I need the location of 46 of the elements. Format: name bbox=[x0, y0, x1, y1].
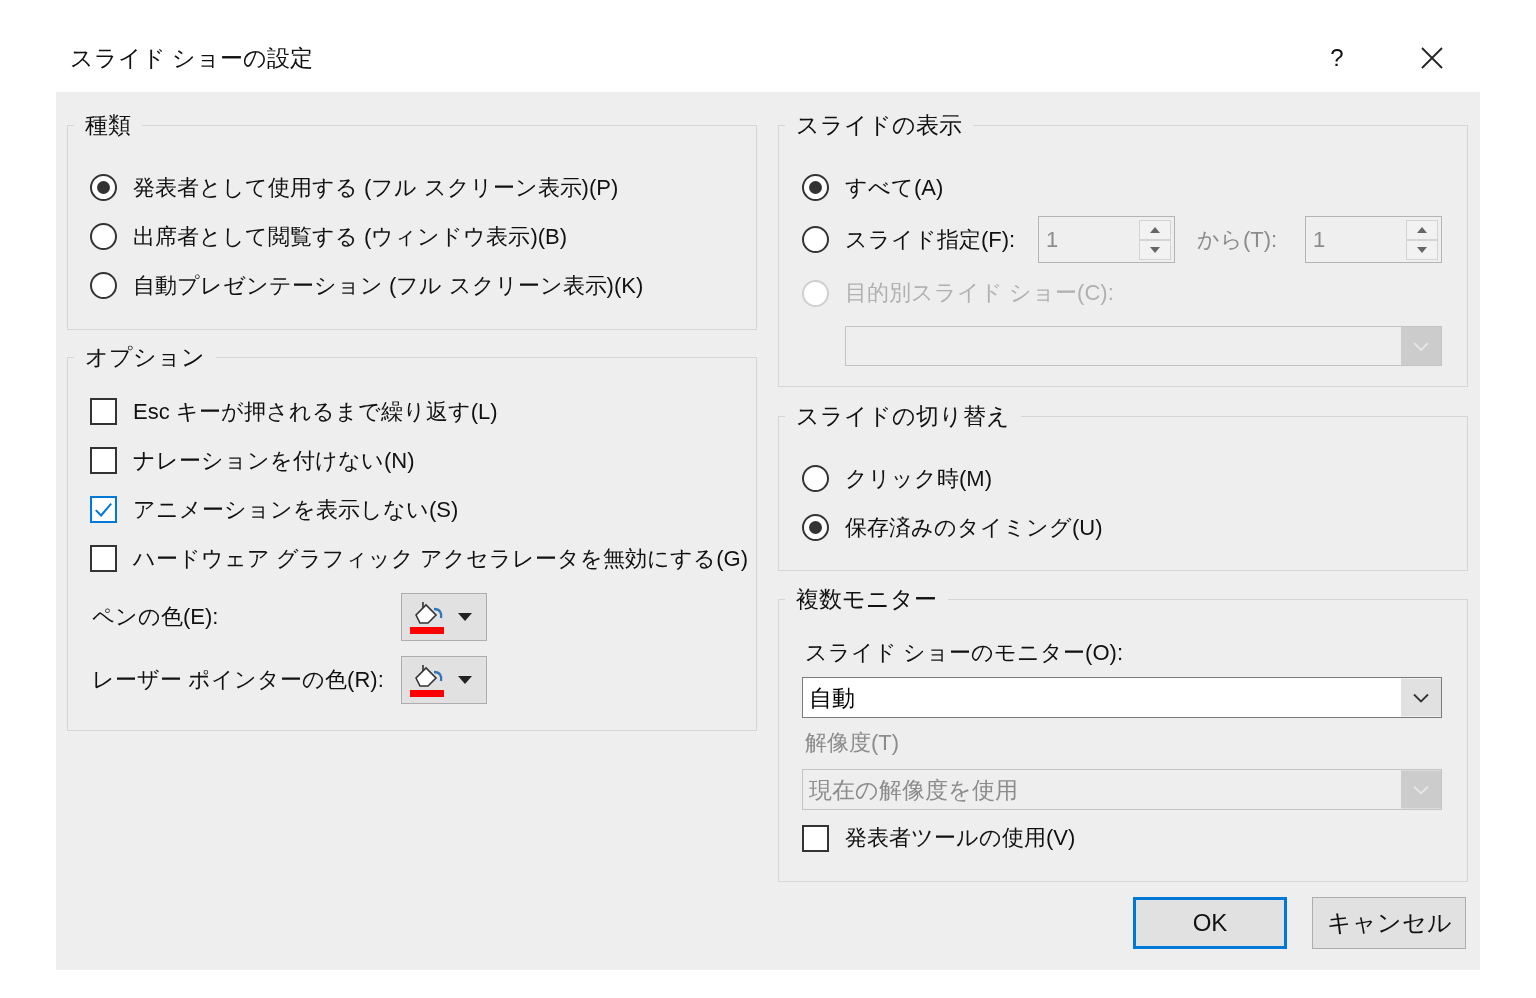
checkbox[interactable] bbox=[90, 398, 117, 425]
group-title: 種類 bbox=[84, 112, 132, 138]
radio-label: 保存済みのタイミング(U) bbox=[845, 514, 1103, 541]
radio-label: すべて(A) bbox=[845, 174, 944, 201]
checkbox-label: アニメーションを表示しない(S) bbox=[133, 496, 459, 523]
checkbox-label: ナレーションを付けない(N) bbox=[133, 447, 415, 474]
caret-down-icon bbox=[458, 613, 472, 621]
window-title: スライド ショーの設定 bbox=[70, 44, 314, 73]
radio-label: 自動プレゼンテーション (フル スクリーン表示)(K) bbox=[133, 272, 644, 299]
radio-button[interactable] bbox=[90, 223, 117, 250]
dialog-button[interactable]: OK bbox=[1133, 897, 1287, 949]
caret-down-icon bbox=[458, 676, 472, 684]
dialog-button[interactable]: キャンセル bbox=[1312, 897, 1466, 949]
radio-label: クリック時(M) bbox=[845, 465, 992, 492]
checkbox[interactable] bbox=[90, 447, 117, 474]
radio-button[interactable] bbox=[802, 226, 829, 253]
radio-label: 目的別スライド ショー(C): bbox=[845, 280, 1114, 306]
radio-label: 発表者として使用する (フル スクリーン表示)(P) bbox=[133, 174, 619, 201]
checkbox-label: ハードウェア グラフィック アクセラレータを無効にする(G) bbox=[133, 545, 748, 572]
radio-button[interactable] bbox=[802, 174, 829, 201]
radio-button[interactable] bbox=[90, 272, 117, 299]
radio-label: スライド指定(F): bbox=[845, 226, 1016, 253]
monitor-select[interactable]: 自動 bbox=[802, 677, 1442, 718]
field-label: ペンの色(E): bbox=[92, 604, 219, 630]
checkbox[interactable] bbox=[90, 545, 117, 572]
color-picker-button[interactable] bbox=[401, 593, 487, 641]
field-label: 解像度(T) bbox=[805, 730, 900, 756]
radio-button[interactable] bbox=[802, 514, 829, 541]
radio-label: 出席者として閲覧する (ウィンドウ表示)(B) bbox=[133, 223, 568, 250]
checkbox[interactable] bbox=[90, 496, 117, 523]
group-title: オプション bbox=[84, 344, 206, 370]
radio-button[interactable] bbox=[802, 465, 829, 492]
checkbox[interactable] bbox=[802, 824, 829, 852]
color-picker-button[interactable] bbox=[401, 656, 487, 704]
field-label: から(T): bbox=[1197, 226, 1278, 253]
field-label: レーザー ポインターの色(R): bbox=[92, 667, 384, 693]
group-title: スライドの表示 bbox=[795, 112, 963, 138]
checkbox-label: Esc キーが押されるまで繰り返す(L) bbox=[133, 398, 498, 425]
group-title: スライドの切り替え bbox=[795, 403, 1011, 429]
check-icon bbox=[94, 500, 113, 519]
close-icon bbox=[1421, 47, 1443, 69]
radio-button[interactable] bbox=[90, 174, 117, 201]
group-title: 複数モニター bbox=[795, 586, 938, 612]
field-label: スライド ショーのモニター(O): bbox=[805, 640, 1123, 666]
help-button[interactable]: ? bbox=[1317, 38, 1357, 78]
checkbox-label: 発表者ツールの使用(V) bbox=[845, 825, 1076, 851]
